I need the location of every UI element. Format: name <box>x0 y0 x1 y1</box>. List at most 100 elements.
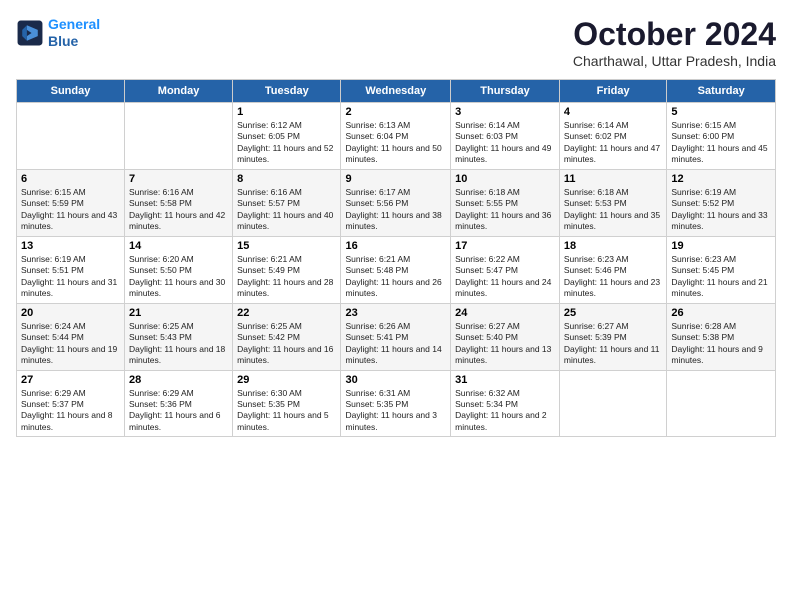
day-info: Sunrise: 6:29 AMSunset: 5:37 PMDaylight:… <box>21 388 120 434</box>
day-info: Sunrise: 6:16 AMSunset: 5:57 PMDaylight:… <box>237 187 336 233</box>
calendar-day-header: Wednesday <box>341 80 451 103</box>
day-info: Sunrise: 6:17 AMSunset: 5:56 PMDaylight:… <box>345 187 446 233</box>
calendar-day-cell: 8 Sunrise: 6:16 AMSunset: 5:57 PMDaylight… <box>233 169 341 236</box>
calendar-day-cell: 28 Sunrise: 6:29 AMSunset: 5:36 PMDayligh… <box>125 370 233 437</box>
day-number: 6 <box>21 173 120 185</box>
day-info: Sunrise: 6:15 AMSunset: 5:59 PMDaylight:… <box>21 187 120 233</box>
day-info: Sunrise: 6:22 AMSunset: 5:47 PMDaylight:… <box>455 254 555 300</box>
day-number: 30 <box>345 374 446 386</box>
calendar-day-cell <box>667 370 776 437</box>
calendar-day-cell: 19 Sunrise: 6:23 AMSunset: 5:45 PMDayligh… <box>667 236 776 303</box>
day-info: Sunrise: 6:15 AMSunset: 6:00 PMDaylight:… <box>671 120 771 166</box>
day-info: Sunrise: 6:18 AMSunset: 5:53 PMDaylight:… <box>564 187 662 233</box>
calendar-day-cell: 5 Sunrise: 6:15 AMSunset: 6:00 PMDaylight… <box>667 103 776 170</box>
calendar-day-cell: 9 Sunrise: 6:17 AMSunset: 5:56 PMDaylight… <box>341 169 451 236</box>
day-info: Sunrise: 6:25 AMSunset: 5:43 PMDaylight:… <box>129 321 228 367</box>
day-number: 24 <box>455 307 555 319</box>
day-info: Sunrise: 6:24 AMSunset: 5:44 PMDaylight:… <box>21 321 120 367</box>
calendar-day-cell: 23Sunrise: 6:26 AMSunset: 5:41 PMDayligh… <box>341 303 451 370</box>
logo-text: General Blue <box>48 16 100 50</box>
day-number: 15 <box>237 240 336 252</box>
day-number: 25 <box>564 307 662 319</box>
day-number: 17 <box>455 240 555 252</box>
day-info: Sunrise: 6:27 AMSunset: 5:39 PMDaylight:… <box>564 321 662 367</box>
calendar-day-cell: 21 Sunrise: 6:25 AMSunset: 5:43 PMDayligh… <box>125 303 233 370</box>
calendar-day-cell: 16 Sunrise: 6:21 AMSunset: 5:48 PMDayligh… <box>341 236 451 303</box>
calendar-day-cell: 27 Sunrise: 6:29 AMSunset: 5:37 PMDayligh… <box>17 370 125 437</box>
calendar-day-cell: 3 Sunrise: 6:14 AMSunset: 6:03 PMDaylight… <box>451 103 560 170</box>
day-info: Sunrise: 6:14 AMSunset: 6:02 PMDaylight:… <box>564 120 662 166</box>
day-info: Sunrise: 6:32 AMSunset: 5:34 PMDaylight:… <box>455 388 555 434</box>
page: General Blue October 2024 Charthawal, Ut… <box>0 0 792 612</box>
day-info: Sunrise: 6:28 AMSunset: 5:38 PMDaylight:… <box>671 321 771 367</box>
calendar-table: SundayMondayTuesdayWednesdayThursdayFrid… <box>16 79 776 437</box>
day-info: Sunrise: 6:19 AMSunset: 5:51 PMDaylight:… <box>21 254 120 300</box>
calendar-day-header: Tuesday <box>233 80 341 103</box>
calendar-day-cell: 18 Sunrise: 6:23 AMSunset: 5:46 PMDayligh… <box>559 236 666 303</box>
calendar-day-cell: 22Sunrise: 6:25 AMSunset: 5:42 PMDayligh… <box>233 303 341 370</box>
day-number: 12 <box>671 173 771 185</box>
day-number: 27 <box>21 374 120 386</box>
day-number: 18 <box>564 240 662 252</box>
calendar-day-cell: 31 Sunrise: 6:32 AMSunset: 5:34 PMDayligh… <box>451 370 560 437</box>
day-info: Sunrise: 6:20 AMSunset: 5:50 PMDaylight:… <box>129 254 228 300</box>
calendar-day-cell: 10 Sunrise: 6:18 AMSunset: 5:55 PMDayligh… <box>451 169 560 236</box>
day-info: Sunrise: 6:23 AMSunset: 5:45 PMDaylight:… <box>671 254 771 300</box>
day-info: Sunrise: 6:30 AMSunset: 5:35 PMDaylight:… <box>237 388 336 434</box>
day-number: 31 <box>455 374 555 386</box>
day-number: 11 <box>564 173 662 185</box>
day-number: 28 <box>129 374 228 386</box>
calendar-day-cell: 14 Sunrise: 6:20 AMSunset: 5:50 PMDayligh… <box>125 236 233 303</box>
day-info: Sunrise: 6:23 AMSunset: 5:46 PMDaylight:… <box>564 254 662 300</box>
day-info: Sunrise: 6:19 AMSunset: 5:52 PMDaylight:… <box>671 187 771 233</box>
calendar-day-cell: 29 Sunrise: 6:30 AMSunset: 5:35 PMDayligh… <box>233 370 341 437</box>
day-info: Sunrise: 6:21 AMSunset: 5:49 PMDaylight:… <box>237 254 336 300</box>
calendar-day-header: Saturday <box>667 80 776 103</box>
calendar-day-cell: 6 Sunrise: 6:15 AMSunset: 5:59 PMDaylight… <box>17 169 125 236</box>
calendar-day-cell: 25 Sunrise: 6:27 AMSunset: 5:39 PMDayligh… <box>559 303 666 370</box>
calendar-day-cell: 2Sunrise: 6:13 AMSunset: 6:04 PMDaylight… <box>341 103 451 170</box>
location-subtitle: Charthawal, Uttar Pradesh, India <box>573 53 776 69</box>
calendar-day-cell: 20 Sunrise: 6:24 AMSunset: 5:44 PMDayligh… <box>17 303 125 370</box>
calendar-day-cell <box>559 370 666 437</box>
logo: General Blue <box>16 16 100 50</box>
calendar-day-cell: 24 Sunrise: 6:27 AMSunset: 5:40 PMDayligh… <box>451 303 560 370</box>
calendar-day-cell: 13Sunrise: 6:19 AMSunset: 5:51 PMDayligh… <box>17 236 125 303</box>
day-number: 22 <box>237 307 336 319</box>
calendar-day-header: Thursday <box>451 80 560 103</box>
calendar-day-cell: 7Sunrise: 6:16 AMSunset: 5:58 PMDaylight… <box>125 169 233 236</box>
calendar-week-row: 6 Sunrise: 6:15 AMSunset: 5:59 PMDaylight… <box>17 169 776 236</box>
day-number: 4 <box>564 106 662 118</box>
day-info: Sunrise: 6:18 AMSunset: 5:55 PMDaylight:… <box>455 187 555 233</box>
calendar-week-row: 13Sunrise: 6:19 AMSunset: 5:51 PMDayligh… <box>17 236 776 303</box>
day-number: 3 <box>455 106 555 118</box>
calendar-day-cell: 4 Sunrise: 6:14 AMSunset: 6:02 PMDaylight… <box>559 103 666 170</box>
day-number: 5 <box>671 106 771 118</box>
day-info: Sunrise: 6:12 AMSunset: 6:05 PMDaylight:… <box>237 120 336 166</box>
calendar-day-cell <box>125 103 233 170</box>
day-info: Sunrise: 6:21 AMSunset: 5:48 PMDaylight:… <box>345 254 446 300</box>
day-number: 10 <box>455 173 555 185</box>
day-number: 29 <box>237 374 336 386</box>
day-number: 21 <box>129 307 228 319</box>
calendar-day-cell: 11 Sunrise: 6:18 AMSunset: 5:53 PMDayligh… <box>559 169 666 236</box>
day-info: Sunrise: 6:31 AMSunset: 5:35 PMDaylight:… <box>345 388 446 434</box>
calendar-day-cell: 26 Sunrise: 6:28 AMSunset: 5:38 PMDayligh… <box>667 303 776 370</box>
day-info: Sunrise: 6:29 AMSunset: 5:36 PMDaylight:… <box>129 388 228 434</box>
day-number: 9 <box>345 173 446 185</box>
day-number: 16 <box>345 240 446 252</box>
day-number: 26 <box>671 307 771 319</box>
calendar-day-cell: 1 Sunrise: 6:12 AMSunset: 6:05 PMDaylight… <box>233 103 341 170</box>
day-number: 8 <box>237 173 336 185</box>
day-number: 20 <box>21 307 120 319</box>
day-number: 14 <box>129 240 228 252</box>
day-number: 23 <box>345 307 446 319</box>
calendar-day-cell: 17 Sunrise: 6:22 AMSunset: 5:47 PMDayligh… <box>451 236 560 303</box>
day-number: 1 <box>237 106 336 118</box>
calendar-day-cell: 12 Sunrise: 6:19 AMSunset: 5:52 PMDayligh… <box>667 169 776 236</box>
calendar-week-row: 1 Sunrise: 6:12 AMSunset: 6:05 PMDaylight… <box>17 103 776 170</box>
day-info: Sunrise: 6:14 AMSunset: 6:03 PMDaylight:… <box>455 120 555 166</box>
logo-icon <box>16 19 44 47</box>
day-number: 19 <box>671 240 771 252</box>
day-info: Sunrise: 6:27 AMSunset: 5:40 PMDaylight:… <box>455 321 555 367</box>
